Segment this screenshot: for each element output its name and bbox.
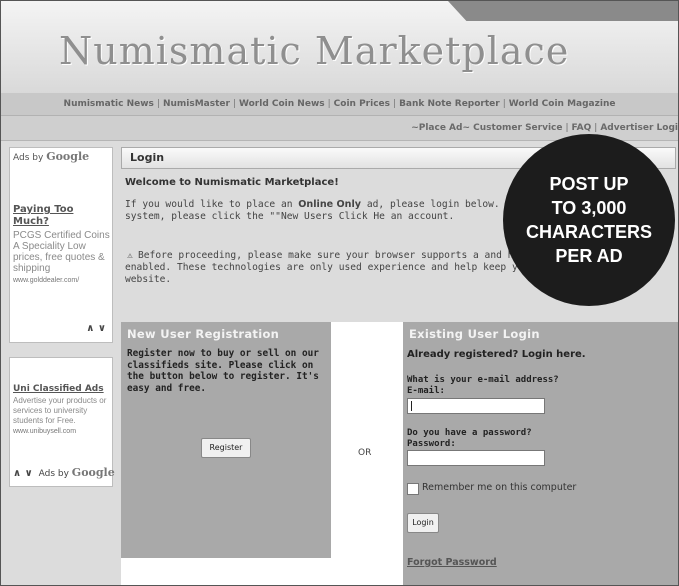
email-label: E-mail: [407,386,445,396]
ad-nav-arrows[interactable]: ∧ ∨ [13,468,33,479]
remember-me-checkbox[interactable] [407,483,419,495]
ad-title-link[interactable]: Paying Too Much? [13,204,112,228]
place-ad-link[interactable]: ~Place Ad~ [411,123,470,133]
nav-link-numismaster[interactable]: NumisMaster [163,99,230,109]
login-button[interactable]: Login [407,513,439,533]
email-question: What is your e-mail address? E-mail: [407,375,559,396]
existing-user-panel: Existing User Login Already registered? … [403,322,678,585]
ad-footer: ∧ ∨ Ads by Google [13,466,115,479]
panel-bottom-spacer [121,558,331,585]
promo-line: CHARACTERS [526,222,652,242]
site-header: Numismatic Marketplace [1,1,678,94]
header-tab-decoration [448,1,678,21]
or-separator: OR [358,448,372,458]
nav-link-coin-prices[interactable]: Coin Prices [334,99,390,109]
google-ad-2: Uni Classified Ads Advertise your produc… [9,357,115,487]
nav-link-numismatic-news[interactable]: Numismatic News [64,99,154,109]
forgot-password-link[interactable]: Forgot Password [407,557,497,568]
register-button[interactable]: Register [201,438,251,458]
publication-nav: Numismatic News | NumisMaster | World Coin N… [1,93,678,116]
nav-link-bank-note-reporter[interactable]: Bank Note Reporter [399,99,500,109]
ad-description: PCGS Certified Coins A Speciality Low pr… [13,230,113,286]
nav-link-world-coin-news[interactable]: World Coin News [239,99,325,109]
nav-link-world-coin-magazine[interactable]: World Coin Magazine [509,99,616,109]
google-logo: Google [46,150,90,163]
customer-service-link[interactable]: Customer Service [473,123,562,133]
google-logo: Google [71,466,115,479]
password-question: Do you have a password? Password: [407,428,532,449]
ad-nav-arrows[interactable]: ∧ ∨ [86,323,106,334]
remember-me-label[interactable]: Remember me on this computer [422,482,576,493]
browser-frame: Numismatic Marketplace Numismatic News | N… [0,0,679,586]
password-label: Password: [407,439,456,449]
ad-url[interactable]: www.unibuysell.com [13,427,113,437]
ad-sidebar: Ads by Google Paying Too Much? PCGS Cert… [9,147,115,487]
ads-by-google-label[interactable]: Ads by Google [39,466,115,479]
existing-user-heading: Existing User Login [409,327,540,341]
faq-link[interactable]: FAQ [572,123,592,133]
ad-title-link[interactable]: Uni Classified Ads [13,384,104,394]
promo-line: PER AD [555,246,623,266]
already-registered-text: Already registered? Login here. [407,349,586,360]
welcome-heading: Welcome to Numismatic Marketplace! [125,177,339,188]
ad-url[interactable]: www.golddealer.com/ [13,275,113,286]
promo-line: TO 3,000 [551,198,627,218]
online-only-emphasis: Online Only [298,199,362,210]
advertiser-login-link[interactable]: Advertiser Logi [600,123,678,133]
google-ad-1: Ads by Google Paying Too Much? PCGS Cert… [9,147,113,343]
promo-badge: POST UP TO 3,000 CHARACTERS PER AD [503,134,675,306]
email-field[interactable] [407,398,545,414]
ads-by-google-label[interactable]: Ads by Google [13,150,89,163]
new-user-heading: New User Registration [127,327,280,341]
new-user-panel: New User Registration Register now to bu… [121,322,331,558]
ad-description: Advertise your products or services to u… [13,396,113,437]
new-user-description: Register now to buy or sell on our class… [127,348,319,394]
site-title[interactable]: Numismatic Marketplace [59,29,569,73]
warning-icon: ⚠ [127,251,133,261]
password-field[interactable] [407,450,545,466]
promo-line: POST UP [549,174,629,194]
